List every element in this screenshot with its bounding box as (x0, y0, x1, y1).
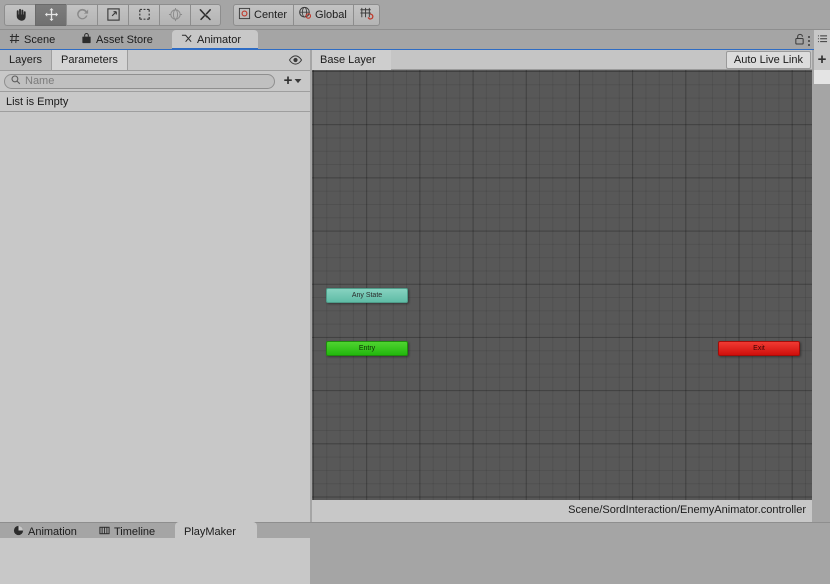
list-icon (817, 34, 828, 47)
tab-animator[interactable]: Animator (172, 30, 258, 51)
main-toolbar: Center Global (0, 0, 830, 30)
rotate-icon (75, 7, 90, 22)
grid-snapping-button[interactable] (352, 3, 380, 26)
tab-playmaker[interactable]: PlayMaker (175, 522, 257, 538)
add-parameter-button[interactable]: + (280, 73, 306, 89)
tab-layers[interactable]: Layers (0, 50, 53, 70)
scale-tool-button[interactable] (97, 3, 128, 26)
pivot-mode-button[interactable]: Center (233, 3, 294, 26)
breadcrumb-item-base-layer[interactable]: Base Layer (312, 49, 391, 70)
tab-asset-store[interactable]: Asset Store (72, 30, 162, 50)
breadcrumb-chevron-icon (379, 49, 389, 70)
right-panel-add-button[interactable]: + (814, 50, 830, 70)
handle-rotation-button[interactable]: Global (293, 3, 353, 26)
global-handle-icon (298, 6, 312, 23)
animator-graph-panel: Base Layer Auto Live Link Any State Entr… (312, 49, 812, 522)
chevron-down-icon (294, 75, 302, 87)
tab-scene-label: Scene (24, 34, 56, 46)
state-node-exit[interactable]: Exit (718, 341, 800, 356)
transform-tool-button[interactable] (159, 3, 190, 26)
state-node-any-state[interactable]: Any State (326, 288, 408, 303)
animator-status-bar: Scene/SordInteraction/EnemyAnimator.cont… (312, 500, 812, 520)
parameters-list-body[interactable] (0, 112, 310, 584)
breadcrumb-base-layer-label: Base Layer (320, 53, 376, 66)
state-machine-graph[interactable]: Any State Entry Exit (312, 70, 812, 500)
tab-animation-label: Animation (28, 526, 77, 538)
move-icon (44, 7, 59, 22)
grid-icon (9, 33, 20, 47)
breadcrumb: Base Layer Auto Live Link (312, 49, 812, 70)
custom-tools-button[interactable] (190, 3, 221, 26)
add-parameter-label: + (283, 72, 293, 89)
animation-icon (13, 525, 24, 538)
animator-icon (181, 33, 193, 47)
bottom-tab-bar: Animation Timeline PlayMaker (0, 522, 830, 538)
kebab-menu-icon[interactable] (808, 35, 810, 46)
handle-rotation-label: Global (315, 8, 347, 21)
tab-asset-store-label: Asset Store (96, 34, 153, 46)
hand-tool-button[interactable] (4, 3, 35, 26)
empty-list-label: List is Empty (6, 95, 69, 108)
scale-icon (106, 7, 121, 22)
tab-animator-label: Animator (197, 34, 242, 46)
right-panel-background (814, 84, 830, 522)
parameters-empty-message: List is Empty (0, 92, 310, 112)
pivot-handle-group: Center Global (233, 3, 380, 26)
hand-icon (13, 7, 28, 22)
animator-header-tools (794, 33, 810, 48)
search-input[interactable]: Name (4, 73, 275, 89)
right-panel-add-label: + (817, 51, 827, 68)
tab-playmaker-label: PlayMaker (184, 526, 236, 538)
timeline-icon (99, 525, 110, 538)
rotate-tool-button[interactable] (66, 3, 97, 26)
animator-layers-parameters-panel: Layers Parameters Name + List is Empty (0, 50, 310, 584)
search-placeholder: Name (25, 75, 55, 87)
pivot-mode-label: Center (254, 8, 288, 21)
tab-layers-label: Layers (9, 54, 43, 66)
move-tool-button[interactable] (35, 3, 66, 26)
tab-animation[interactable]: Animation (4, 522, 86, 538)
right-panel-tab[interactable] (814, 30, 830, 50)
tab-parameters-label: Parameters (61, 54, 118, 66)
tab-timeline[interactable]: Timeline (90, 522, 164, 538)
layers-parameters-tabbar: Layers Parameters (0, 50, 310, 71)
tab-scene[interactable]: Scene (0, 30, 65, 50)
eye-icon[interactable] (285, 52, 305, 68)
auto-live-link-button[interactable]: Auto Live Link (725, 51, 811, 69)
controller-path-label: Scene/SordInteraction/EnemyAnimator.cont… (568, 504, 806, 516)
rect-transform-icon (137, 7, 152, 22)
right-panel-spacer (814, 70, 830, 84)
unity-editor-window: Center Global Scene Asset Store Animator… (0, 0, 830, 584)
tab-timeline-label: Timeline (114, 526, 156, 538)
state-node-entry-label: Entry (358, 345, 376, 352)
grid-snap-icon (359, 6, 374, 23)
tab-parameters[interactable]: Parameters (52, 50, 128, 70)
state-node-exit-label: Exit (753, 345, 765, 352)
state-node-entry[interactable]: Entry (326, 341, 408, 356)
lock-open-icon[interactable] (794, 33, 805, 48)
transform-icon (168, 7, 183, 22)
tools-icon (198, 7, 213, 22)
search-icon (11, 74, 21, 88)
store-icon (81, 33, 92, 47)
center-pivot-icon (238, 7, 251, 23)
window-tab-bar: Scene Asset Store Animator (0, 30, 830, 51)
state-node-any-state-label: Any State (351, 292, 383, 299)
transform-tools-group (4, 3, 221, 26)
auto-live-link-label: Auto Live Link (733, 54, 803, 66)
rect-tool-button[interactable] (128, 3, 159, 26)
right-edge-panel: + (814, 30, 830, 522)
parameter-search-row: Name + (0, 71, 310, 92)
